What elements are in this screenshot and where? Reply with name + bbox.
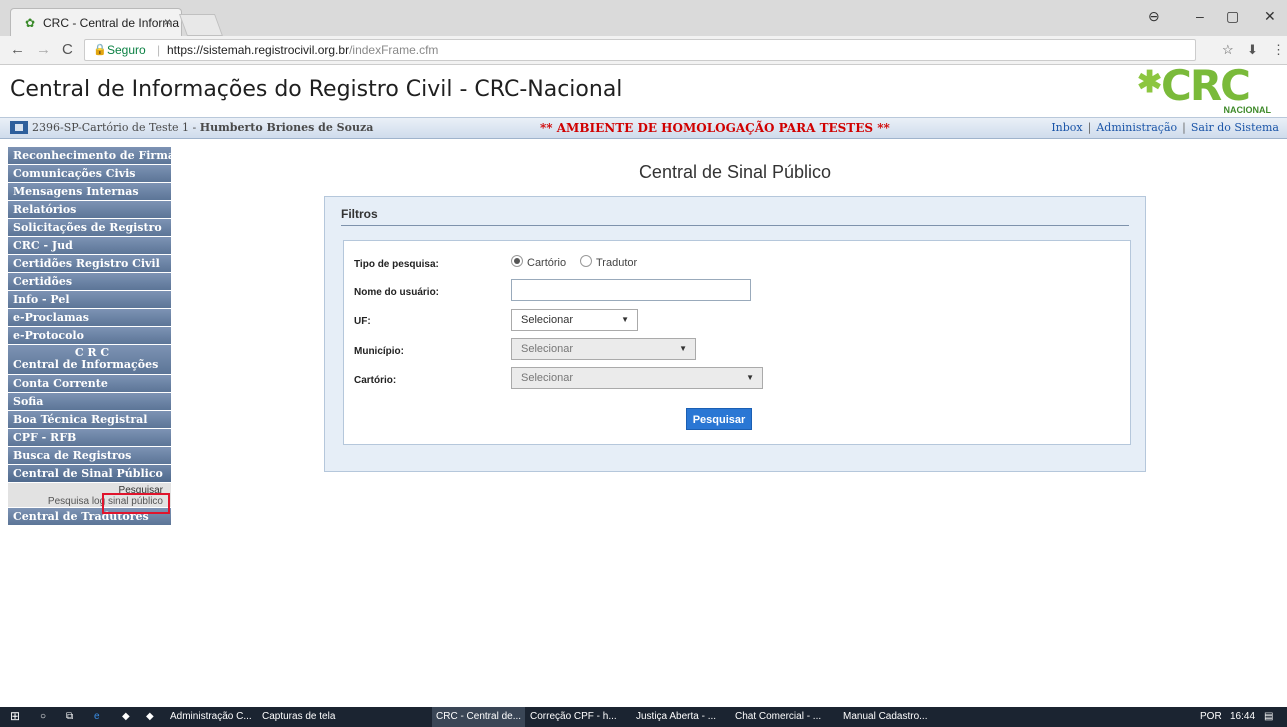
cartorio-info: 2396-SP-Cartório de Teste 1 - Humberto B… — [32, 121, 374, 134]
app-icon[interactable]: ◆ — [146, 711, 154, 722]
dropdown-arrow-icon: ▼ — [746, 373, 754, 382]
back-button[interactable]: ← — [10, 41, 25, 58]
tab-close-icon[interactable]: × — [164, 15, 171, 29]
search-icon[interactable]: ○ — [40, 711, 46, 722]
top-links: Inbox | Administração | Sair do Sistema — [1051, 121, 1279, 134]
notification-icon[interactable]: ▤ — [1264, 711, 1273, 722]
menu-item[interactable]: e-Proclamas — [8, 309, 171, 327]
user-name: Humberto Briones de Souza — [199, 121, 374, 134]
info-bar: 2396-SP-Cartório de Teste 1 - Humberto B… — [0, 117, 1287, 139]
filter-form: Tipo de pesquisa: Cartório Tradutor Nome… — [343, 240, 1131, 445]
menu-item[interactable]: Certidões — [8, 273, 171, 291]
minimize-button[interactable]: – — [1196, 8, 1204, 24]
taskbar-app-manual[interactable]: Manual Cadastro... — [843, 711, 928, 722]
task-view-icon[interactable]: ⧉ — [66, 711, 73, 722]
filter-panel: Filtros Tipo de pesquisa: Cartório Tradu… — [324, 196, 1146, 472]
dropdown-arrow-icon: ▼ — [679, 344, 687, 353]
taskbar-app-correcao[interactable]: Correção CPF - h... — [530, 711, 617, 722]
tab-title: CRC - Central de Informa — [43, 16, 180, 30]
menu-item[interactable]: Mensagens Internas — [8, 183, 171, 201]
page-header: Central de Informações do Registro Civil… — [0, 61, 1287, 117]
menu-item[interactable]: Sofia — [8, 393, 171, 411]
filter-heading: Filtros — [341, 207, 378, 221]
browser-tab-strip: ✿ CRC - Central de Informa × ⊖ – ▢ ✕ — [0, 0, 1287, 37]
sidebar-menu: Reconhecimento de Firma Comunicações Civ… — [8, 147, 171, 526]
taskbar-app-justica[interactable]: Justiça Aberta - ... — [636, 711, 716, 722]
dropdown-arrow-icon: ▼ — [621, 315, 629, 324]
nome-usuario-input[interactable] — [511, 279, 751, 301]
menu-item[interactable]: Busca de Registros — [8, 447, 171, 465]
menu-item-crc[interactable]: C R C Central de Informações — [8, 345, 171, 375]
address-bar-row: ← → C 🔒 Seguro | https://sistemah.regist… — [0, 36, 1287, 65]
menu-item[interactable]: Certidões Registro Civil — [8, 255, 171, 273]
windows-start-icon[interactable]: ⊞ — [10, 709, 20, 723]
menu-item[interactable]: Solicitações de Registro — [8, 219, 171, 237]
uf-select[interactable]: Selecionar ▼ — [511, 309, 638, 331]
taskbar-app-admin[interactable]: Administração C... — [170, 711, 252, 722]
secure-label: Seguro — [107, 43, 146, 57]
tipo-label: Tipo de pesquisa: — [354, 259, 439, 270]
lock-icon: 🔒 — [93, 44, 107, 56]
nome-label: Nome do usuário: — [354, 287, 440, 298]
maximize-button[interactable]: ▢ — [1226, 8, 1239, 25]
new-tab-button[interactable] — [178, 14, 224, 36]
taskbar-app-chat[interactable]: Chat Comercial - ... — [735, 711, 821, 722]
browser-menu-icon[interactable]: ⋮ — [1272, 42, 1285, 58]
url-text: https://sistemah.registrocivil.org.br/in… — [167, 43, 439, 57]
taskbar-app-crc[interactable]: CRC - Central de... — [432, 707, 526, 727]
download-icon[interactable]: ⬇ — [1247, 42, 1258, 58]
municipio-label: Município: — [354, 346, 404, 357]
flag-icon — [10, 121, 28, 134]
edge-icon[interactable]: e — [94, 711, 100, 722]
site-title: Central de Informações do Registro Civil… — [10, 77, 623, 102]
radio-tradutor[interactable]: Tradutor — [580, 255, 637, 269]
cartorio-select[interactable]: Selecionar ▼ — [511, 367, 763, 389]
clock[interactable]: 16:44 — [1230, 711, 1255, 722]
admin-link[interactable]: Administração — [1096, 121, 1177, 134]
profile-icon[interactable]: ⊖ — [1148, 8, 1160, 25]
inbox-link[interactable]: Inbox — [1051, 121, 1082, 134]
municipio-select[interactable]: Selecionar ▼ — [511, 338, 696, 360]
crc-logo: ✱ CRC NACIONAL — [1137, 61, 1271, 115]
windows-taskbar: ⊞ ○ ⧉ e ◆ ◆ Administração C... Capturas … — [0, 707, 1287, 727]
menu-item[interactable]: Info - Pel — [8, 291, 171, 309]
language-indicator[interactable]: POR — [1200, 711, 1222, 722]
search-button[interactable]: Pesquisar — [686, 408, 752, 430]
cartorio-label: Cartório: — [354, 375, 397, 386]
logout-link[interactable]: Sair do Sistema — [1191, 121, 1279, 134]
logo-star-icon: ✱ — [1137, 66, 1163, 99]
page-title: Central de Sinal Público — [638, 162, 832, 182]
forward-button[interactable]: → — [36, 41, 51, 58]
menu-item[interactable]: CPF - RFB — [8, 429, 171, 447]
highlight-box — [102, 493, 170, 514]
radio-dot-icon — [580, 255, 592, 267]
radio-cartorio[interactable]: Cartório — [511, 255, 566, 269]
reload-button[interactable]: C — [62, 41, 73, 58]
bookmark-star-icon[interactable]: ☆ — [1222, 42, 1234, 58]
menu-item-sinal-publico[interactable]: Central de Sinal Público — [8, 465, 171, 483]
divider — [341, 225, 1129, 226]
close-window-button[interactable]: ✕ — [1264, 8, 1276, 25]
taskbar-app-capturas[interactable]: Capturas de tela — [262, 711, 335, 722]
environment-warning: ** AMBIENTE DE HOMOLOGAÇÃO PARA TESTES *… — [540, 121, 890, 135]
menu-item[interactable]: CRC - Jud — [8, 237, 171, 255]
menu-item[interactable]: Boa Técnica Registral — [8, 411, 171, 429]
menu-item[interactable]: Conta Corrente — [8, 375, 171, 393]
uf-label: UF: — [354, 316, 371, 327]
browser-tab[interactable]: ✿ CRC - Central de Informa × — [10, 8, 182, 37]
menu-item[interactable]: e-Protocolo — [8, 327, 171, 345]
radio-dot-selected-icon — [511, 255, 523, 267]
url-input[interactable]: 🔒 Seguro | https://sistemah.registrocivi… — [84, 39, 1196, 61]
menu-item[interactable]: Relatórios — [8, 201, 171, 219]
site-favicon-icon: ✿ — [25, 16, 36, 30]
app-icon[interactable]: ◆ — [122, 711, 130, 722]
